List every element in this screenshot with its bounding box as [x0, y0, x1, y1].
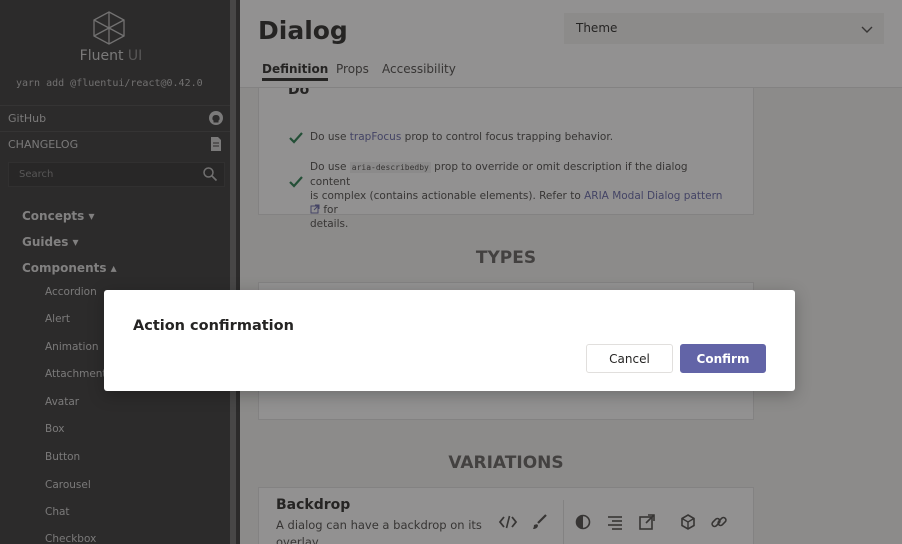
dialog-title: Action confirmation — [133, 318, 294, 334]
confirm-dialog: Action confirmation Cancel Confirm — [104, 290, 795, 391]
modal-overlay[interactable] — [0, 0, 902, 544]
cancel-button[interactable]: Cancel — [586, 344, 673, 373]
confirm-button[interactable]: Confirm — [680, 344, 766, 373]
